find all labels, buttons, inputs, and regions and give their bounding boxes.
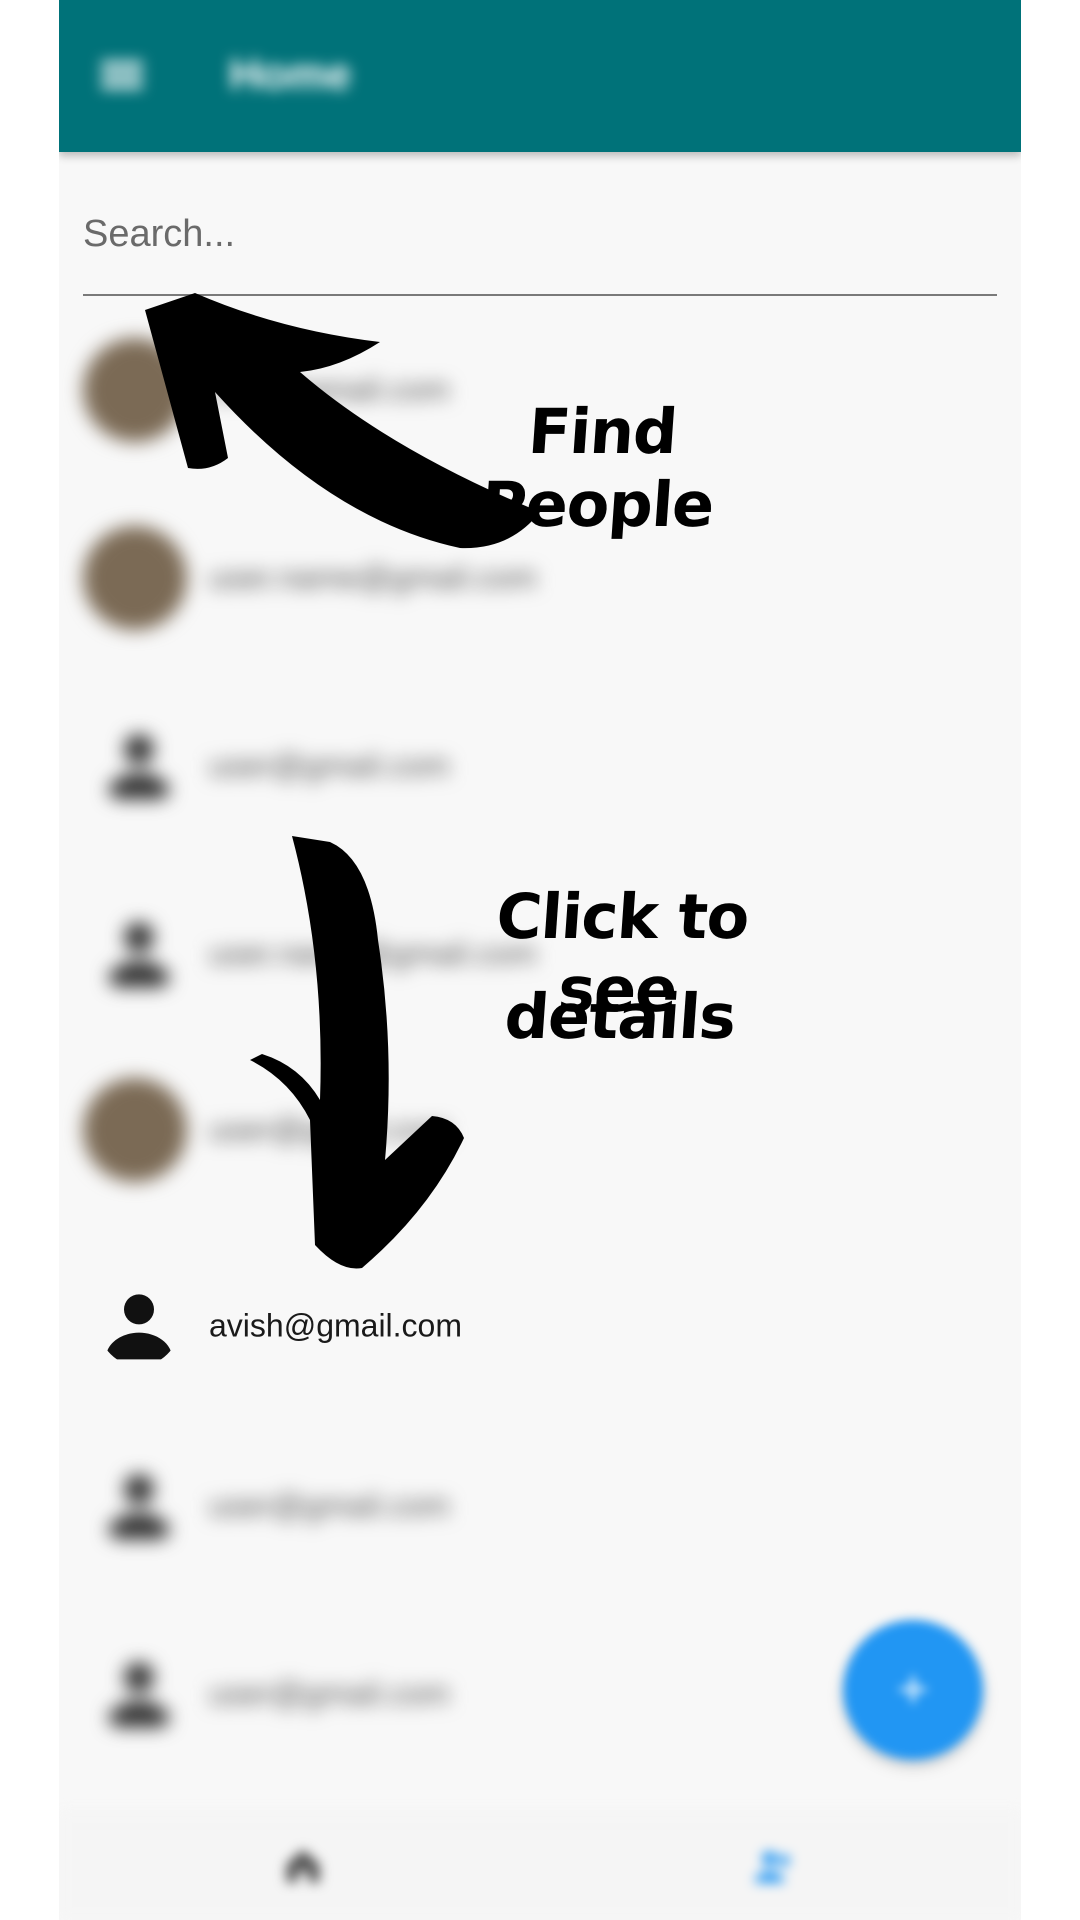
avatar (83, 338, 187, 442)
search-field[interactable] (83, 204, 997, 296)
add-fab-button[interactable]: + (843, 1620, 983, 1760)
home-icon[interactable] (281, 1844, 325, 1888)
contact-email: user.name@gmail.com (209, 559, 537, 596)
contact-email: user@gmail.com (209, 747, 450, 784)
add-icon: + (897, 1659, 929, 1719)
contact-row[interactable]: user@gmail.com (59, 672, 1021, 860)
person-icon (105, 734, 173, 800)
contact-email: user@gmail.com (209, 1675, 450, 1712)
people-icon[interactable] (753, 1844, 797, 1888)
contact-email: user@gmail.com (209, 1487, 450, 1524)
person-icon (105, 1294, 173, 1360)
contact-email: user@gmail.com (209, 371, 450, 408)
contact-row[interactable]: user@gmail.com (59, 1036, 1021, 1224)
person-icon (105, 1662, 173, 1728)
click-details-annotation-line2: details (502, 980, 738, 1053)
avatar (83, 526, 187, 630)
menu-icon[interactable] (101, 56, 143, 98)
search-input[interactable] (83, 204, 997, 264)
app-bar: Home (59, 0, 1021, 152)
avatar (83, 1078, 187, 1182)
app-bar-title: Home (229, 50, 352, 99)
contact-email: user@gmail.com (209, 1111, 450, 1148)
person-icon (105, 1474, 173, 1540)
contact-email: avish@gmail.com (209, 1307, 462, 1344)
contact-row[interactable]: user@gmail.com (59, 1412, 1021, 1600)
bottom-navigation (59, 1810, 1021, 1920)
person-icon (105, 922, 173, 988)
find-people-annotation: Find People (479, 395, 716, 541)
contact-row-avish[interactable]: avish@gmail.com (59, 1232, 1021, 1420)
